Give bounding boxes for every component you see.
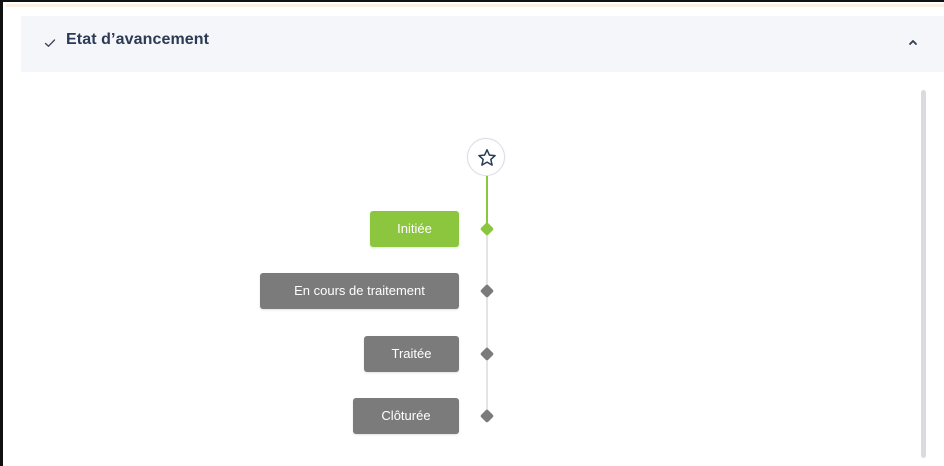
timeline-dot-initiee bbox=[479, 221, 495, 237]
timeline-step-en-cours[interactable]: En cours de traitement bbox=[260, 273, 459, 309]
timeline-dot-cloturee bbox=[479, 408, 495, 424]
timeline-start-node bbox=[467, 138, 505, 176]
timeline-dot-traitee bbox=[479, 346, 495, 362]
panel-title: Etat d’avancement bbox=[66, 31, 210, 48]
timeline-step-traitee[interactable]: Traitée bbox=[364, 336, 459, 372]
timeline-step-cloturee[interactable]: Clôturée bbox=[353, 398, 459, 434]
timeline-dot-en-cours bbox=[479, 283, 495, 299]
panel-header[interactable]: Etat d’avancement bbox=[21, 16, 944, 72]
top-accent-bar bbox=[6, 4, 944, 7]
vertical-scrollbar[interactable] bbox=[921, 90, 926, 458]
chevron-up-icon[interactable] bbox=[905, 34, 921, 50]
timeline-segment-completed bbox=[485, 176, 488, 228]
check-icon bbox=[44, 36, 56, 48]
progress-panel: Etat d’avancement Initiée En cours de tr… bbox=[0, 0, 944, 466]
timeline-step-initiee[interactable]: Initiée bbox=[370, 211, 459, 247]
timeline-segment-pending bbox=[485, 233, 488, 417]
